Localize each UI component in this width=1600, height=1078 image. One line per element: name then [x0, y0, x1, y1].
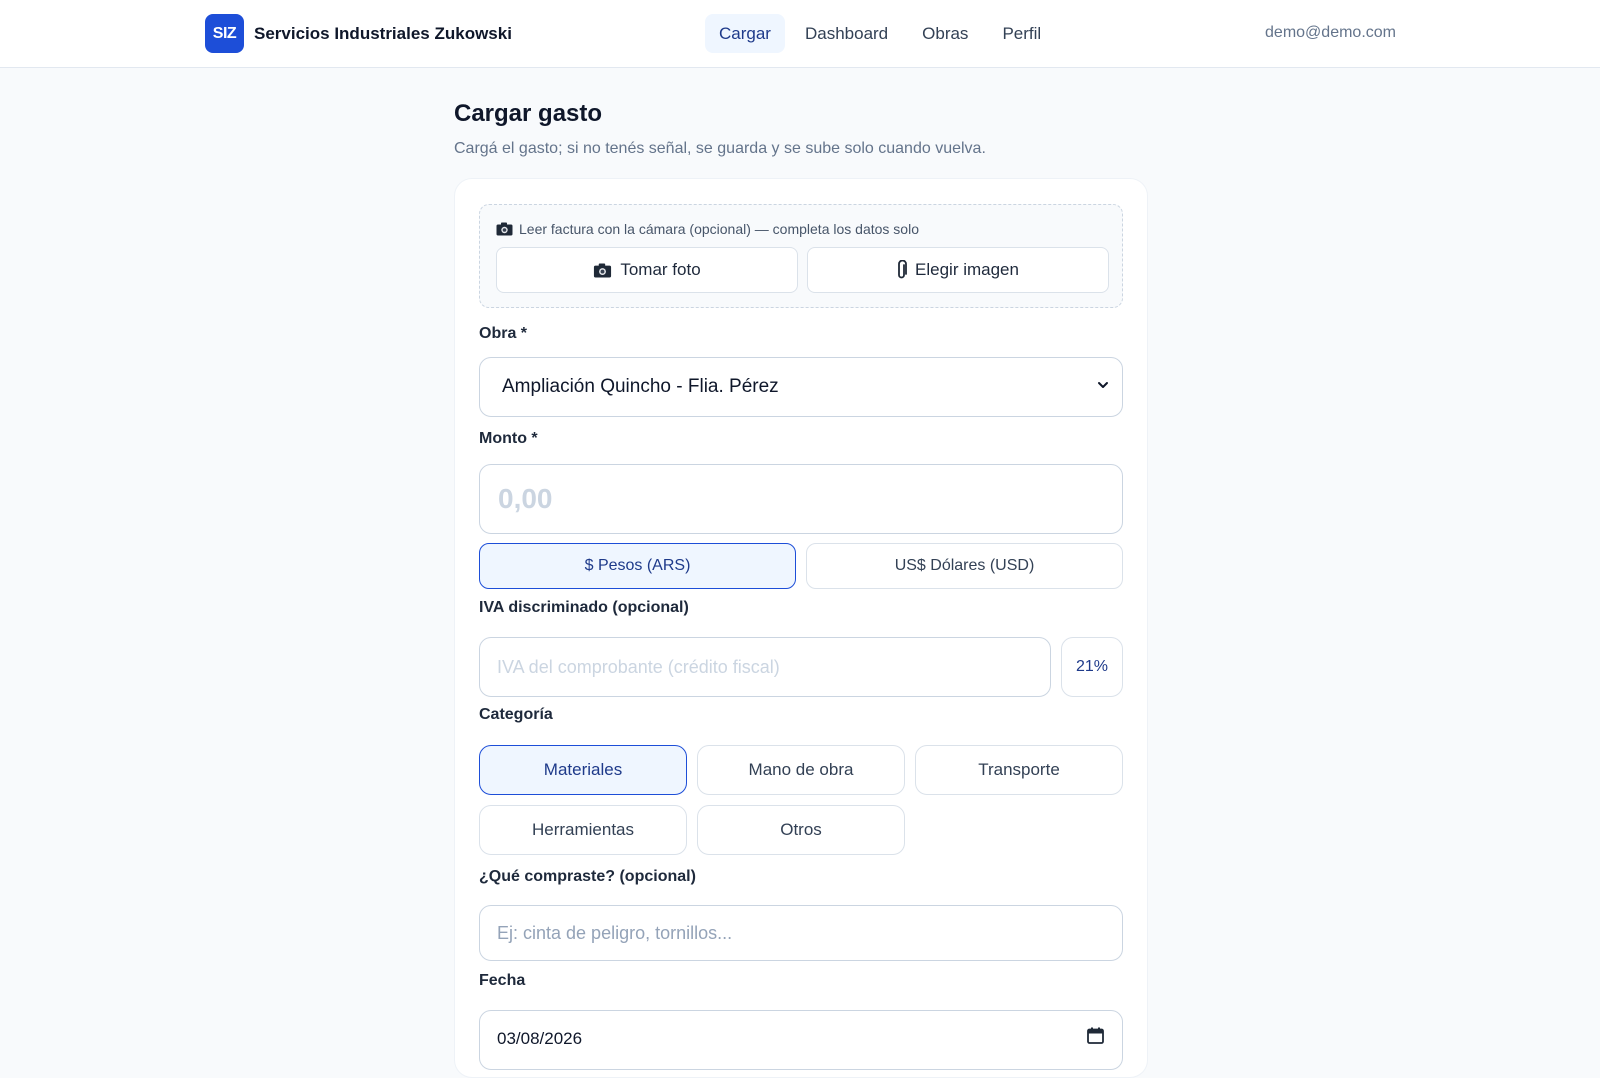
currency-ars-button[interactable]: $ Pesos (ARS): [479, 543, 796, 589]
category-herramientas[interactable]: Herramientas: [479, 805, 687, 855]
page-subtitle: Cargá el gasto; si no tenés señal, se gu…: [454, 140, 986, 157]
nav-obras[interactable]: Obras: [908, 14, 982, 53]
obra-label: Obra *: [479, 325, 528, 342]
fecha-label: Fecha: [479, 972, 526, 989]
top-navbar: SIZ Servicios Industriales Zukowski Carg…: [0, 0, 1600, 68]
main-nav: Cargar Dashboard Obras Perfil: [705, 14, 1055, 53]
expense-form-card: Leer factura con la cámara (opcional) — …: [454, 178, 1148, 1078]
obra-select[interactable]: Ampliación Quincho - Flia. Pérez: [479, 357, 1123, 417]
nav-dashboard[interactable]: Dashboard: [791, 14, 902, 53]
paperclip-icon: [898, 260, 907, 279]
category-transporte[interactable]: Transporte: [915, 745, 1123, 795]
scan-hint-text: Leer factura con la cámara (opcional) — …: [519, 221, 919, 237]
take-photo-button[interactable]: Tomar foto: [496, 247, 798, 293]
nav-perfil[interactable]: Perfil: [988, 14, 1055, 53]
invoice-scan-box: Leer factura con la cámara (opcional) — …: [479, 204, 1123, 308]
iva-rate-button[interactable]: 21%: [1061, 637, 1123, 697]
iva-input[interactable]: IVA del comprobante (crédito fiscal): [479, 637, 1051, 697]
category-mano-de-obra[interactable]: Mano de obra: [697, 745, 905, 795]
fecha-input[interactable]: 03/08/2026: [479, 1010, 1123, 1070]
scan-hint: Leer factura con la cámara (opcional) — …: [496, 221, 919, 237]
brand-logo: SIZ: [205, 14, 244, 53]
brand[interactable]: SIZ Servicios Industriales Zukowski: [205, 14, 512, 53]
category-otros[interactable]: Otros: [697, 805, 905, 855]
descripcion-label: ¿Qué compraste? (opcional): [479, 868, 696, 885]
monto-label: Monto *: [479, 430, 538, 447]
camera-icon: [594, 263, 612, 277]
obra-selected-value: Ampliación Quincho - Flia. Pérez: [502, 376, 779, 397]
chevron-down-icon: [1098, 382, 1108, 388]
iva-label: IVA discriminado (opcional): [479, 599, 689, 616]
page-heading: Cargar gasto Cargá el gasto; si no tenés…: [454, 100, 1148, 158]
categoria-label: Categoría: [479, 706, 553, 723]
choose-image-button[interactable]: Elegir imagen: [807, 247, 1109, 293]
currency-usd-button[interactable]: US$ Dólares (USD): [806, 543, 1123, 589]
monto-placeholder: 0,00: [498, 483, 553, 514]
iva-placeholder: IVA del comprobante (crédito fiscal): [497, 656, 780, 677]
camera-icon: [496, 222, 513, 236]
take-photo-label: Tomar foto: [620, 260, 701, 279]
company-name: Servicios Industriales Zukowski: [254, 23, 512, 43]
choose-image-label: Elegir imagen: [915, 260, 1019, 279]
monto-input[interactable]: 0,00: [479, 464, 1123, 534]
page-title: Cargar gasto: [454, 100, 603, 127]
user-email[interactable]: demo@demo.com: [1265, 24, 1396, 42]
nav-cargar[interactable]: Cargar: [705, 14, 785, 53]
descripcion-input[interactable]: Ej: cinta de peligro, tornillos...: [479, 905, 1123, 961]
fecha-value: 03/08/2026: [497, 1029, 583, 1048]
descripcion-placeholder: Ej: cinta de peligro, tornillos...: [497, 922, 733, 943]
category-materiales[interactable]: Materiales: [479, 745, 687, 795]
